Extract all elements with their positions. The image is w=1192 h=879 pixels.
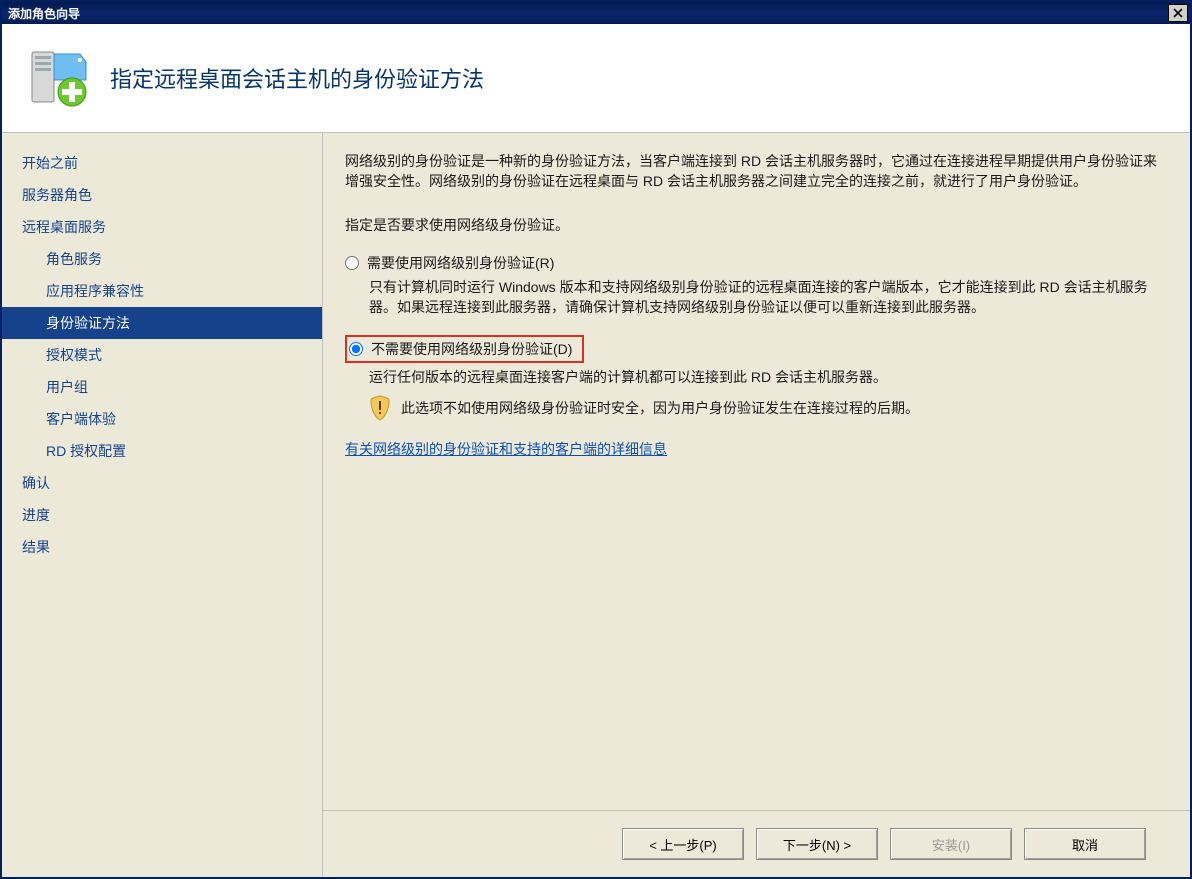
sidebar-item-before-begin[interactable]: 开始之前 [2, 147, 322, 179]
cancel-button[interactable]: 取消 [1024, 828, 1146, 860]
radio-no-nla-label: 不需要使用网络级别身份验证(D) [371, 339, 572, 359]
next-button[interactable]: 下一步(N) > [756, 828, 878, 860]
warning-icon [369, 395, 391, 421]
body: 开始之前 服务器角色 远程桌面服务 角色服务 应用程序兼容性 身份验证方法 授权… [2, 133, 1190, 877]
sidebar-item-app-compat[interactable]: 应用程序兼容性 [2, 275, 322, 307]
sidebar-item-role-services[interactable]: 角色服务 [2, 243, 322, 275]
highlight-selected-option: 不需要使用网络级别身份验证(D) [345, 335, 584, 363]
warning-text: 此选项不如使用网络级身份验证时安全，因为用户身份验证发生在连接过程的后期。 [401, 398, 919, 418]
sidebar-item-server-roles[interactable]: 服务器角色 [2, 179, 322, 211]
radio-require-nla-desc: 只有计算机同时运行 Windows 版本和支持网络级别身份验证的远程桌面连接的客… [369, 277, 1168, 317]
option-require-nla: 需要使用网络级别身份验证(R) 只有计算机同时运行 Windows 版本和支持网… [345, 253, 1168, 317]
sidebar-item-client-experience[interactable]: 客户端体验 [2, 403, 322, 435]
sidebar-item-rds[interactable]: 远程桌面服务 [2, 211, 322, 243]
sidebar: 开始之前 服务器角色 远程桌面服务 角色服务 应用程序兼容性 身份验证方法 授权… [2, 133, 323, 877]
page-title: 指定远程桌面会话主机的身份验证方法 [110, 62, 484, 94]
sidebar-item-confirm[interactable]: 确认 [2, 467, 322, 499]
install-button: 安装(I) [890, 828, 1012, 860]
sidebar-item-auth-method[interactable]: 身份验证方法 [2, 307, 322, 339]
wizard-icon [26, 46, 90, 110]
content-panel: 网络级别的身份验证是一种新的身份验证方法，当客户端连接到 RD 会话主机服务器时… [323, 133, 1190, 877]
sidebar-item-licensing-mode[interactable]: 授权模式 [2, 339, 322, 371]
close-icon [1173, 8, 1183, 18]
radio-no-nla[interactable] [349, 342, 363, 356]
sidebar-item-results[interactable]: 结果 [2, 531, 322, 563]
wizard-window: 添加角色向导 指定远程桌面会话主机的身份验 [0, 0, 1192, 879]
option-no-nla: 不需要使用网络级别身份验证(D) 运行任何版本的远程桌面连接客户端的计算机都可以… [345, 335, 1168, 421]
prev-button[interactable]: < 上一步(P) [622, 828, 744, 860]
window-title: 添加角色向导 [8, 5, 1168, 22]
sidebar-item-user-groups[interactable]: 用户组 [2, 371, 322, 403]
sidebar-item-progress[interactable]: 进度 [2, 499, 322, 531]
intro-text: 网络级别的身份验证是一种新的身份验证方法，当客户端连接到 RD 会话主机服务器时… [345, 151, 1168, 191]
close-button[interactable] [1168, 4, 1188, 22]
header: 指定远程桌面会话主机的身份验证方法 [2, 24, 1190, 133]
prompt-text: 指定是否要求使用网络级身份验证。 [345, 215, 1168, 235]
more-info-link[interactable]: 有关网络级别的身份验证和支持的客户端的详细信息 [345, 441, 667, 457]
titlebar: 添加角色向导 [2, 2, 1190, 24]
radio-require-nla[interactable] [345, 256, 359, 270]
footer: < 上一步(P) 下一步(N) > 安装(I) 取消 [345, 811, 1168, 877]
warning-row: 此选项不如使用网络级身份验证时安全，因为用户身份验证发生在连接过程的后期。 [369, 395, 1168, 421]
content-inner: 网络级别的身份验证是一种新的身份验证方法，当客户端连接到 RD 会话主机服务器时… [345, 151, 1168, 810]
radio-require-nla-label: 需要使用网络级别身份验证(R) [367, 253, 554, 273]
more-info-link-row: 有关网络级别的身份验证和支持的客户端的详细信息 [345, 439, 1168, 489]
sidebar-item-rd-licensing-config[interactable]: RD 授权配置 [2, 435, 322, 467]
radio-no-nla-desc: 运行任何版本的远程桌面连接客户端的计算机都可以连接到此 RD 会话主机服务器。 [369, 367, 1168, 387]
